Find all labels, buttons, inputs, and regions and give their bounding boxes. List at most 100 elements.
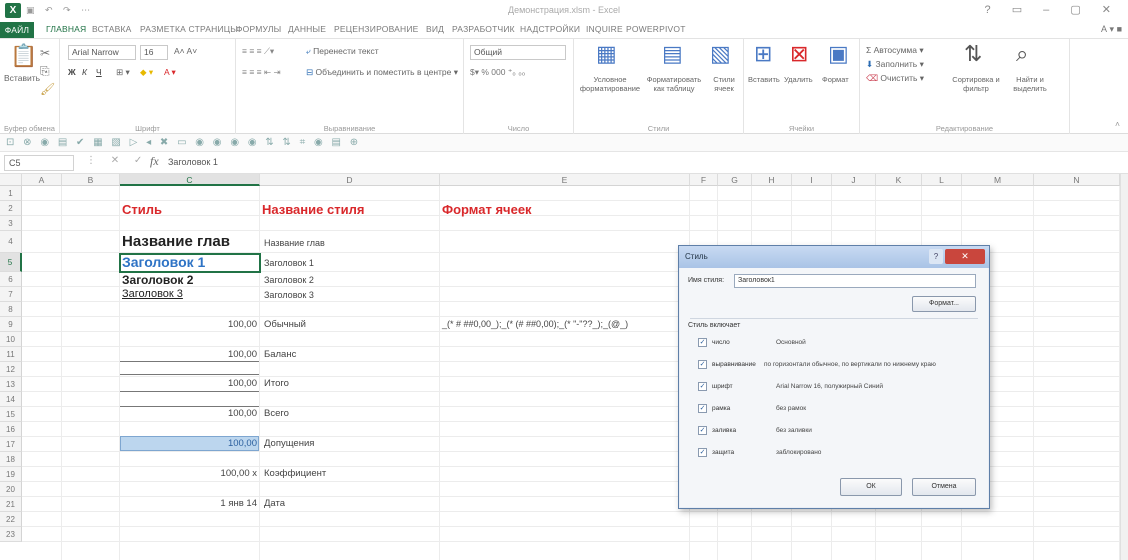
font-grow-shrink-icon[interactable]: A˄ A˅ [174,46,197,56]
column-header[interactable]: F [690,174,718,186]
checkbox-fill[interactable]: ✓ [698,426,707,435]
row-header[interactable]: 8 [0,302,22,317]
user-account[interactable]: А ▾ ■ [1101,24,1122,35]
cell-d6[interactable]: Заголовок 2 [264,275,314,285]
help-icon[interactable]: ? [929,249,943,264]
copy-icon[interactable]: ⎘ [40,63,50,79]
cell-e2[interactable]: Формат ячеек [442,202,532,217]
number-format-select[interactable]: Общий [470,45,566,60]
row-header-selected[interactable]: 5 [0,253,22,272]
sort-filter-button[interactable]: Сортировка и фильтр [948,75,1004,93]
formula-input[interactable]: Заголовок 1 [168,157,218,167]
checkbox-alignment[interactable]: ✓ [698,360,707,369]
column-header[interactable]: L [922,174,962,186]
cell-c9[interactable]: 100,00 [120,319,257,330]
row-header[interactable]: 21 [0,497,22,512]
cell-styles-icon[interactable]: ▧ [710,43,731,65]
tab-home[interactable]: ГЛАВНАЯ [46,24,86,34]
vertical-scrollbar[interactable] [1120,174,1128,560]
cell-d7[interactable]: Заголовок 3 [264,290,314,300]
column-header[interactable]: M [962,174,1034,186]
row-header[interactable]: 14 [0,392,22,407]
format-as-table-icon[interactable]: ▤ [662,43,683,65]
cell-c6[interactable]: Заголовок 2 [122,273,193,287]
row-header[interactable]: 13 [0,377,22,392]
column-header[interactable]: J [832,174,876,186]
cell-d13[interactable]: Итого [264,378,289,389]
tab-inquire[interactable]: INQUIRE [586,24,623,34]
checkbox-font[interactable]: ✓ [698,382,707,391]
find-select-icon[interactable]: ⌕ [1016,43,1028,65]
cell-c2[interactable]: Стиль [122,202,162,217]
sort-filter-icon[interactable]: ⇅ [964,43,982,65]
row-header[interactable]: 2 [0,201,22,216]
row-header[interactable]: 3 [0,216,22,231]
align-top-icons[interactable]: ≡ ≡ ≡ ⟋▾ [242,46,274,57]
cell-d2[interactable]: Название стиля [262,202,364,217]
select-all-corner[interactable] [0,174,22,186]
cell-d11[interactable]: Баланс [264,349,296,360]
tab-formulas[interactable]: ФОРМУЛЫ [236,24,281,34]
tab-data[interactable]: ДАННЫЕ [288,24,326,34]
borders-icon[interactable]: ⊞ ▾ [116,67,130,78]
merge-center-button[interactable]: ⊟ Объединить и поместить в центре ▾ [306,67,458,78]
autosum-button[interactable]: Σ Автосумма ▾ [866,45,924,56]
font-color-icon[interactable]: A ▾ [164,67,176,78]
cell-d17[interactable]: Допущения [264,438,314,449]
bold-icon[interactable]: Ж [68,67,76,77]
font-size-select[interactable]: 16 [140,45,168,60]
clear-button[interactable]: ⌫ Очистить ▾ [866,73,924,84]
wrap-text-button[interactable]: ⤶ Перенести текст [306,46,379,57]
font-name-select[interactable]: Arial Narrow [68,45,136,60]
number-format-icons[interactable]: $▾ % 000 ⁺₀ ₀₀ [470,67,525,78]
tab-page-layout[interactable]: РАЗМЕТКА СТРАНИЦЫ [140,24,238,34]
tab-view[interactable]: ВИД [426,24,444,34]
cell-c5[interactable]: Заголовок 1 [122,254,205,270]
fill-color-icon[interactable]: ◆ ▾ [140,67,153,78]
fill-button[interactable]: ⬇ Заполнить ▾ [866,59,924,70]
cut-icon[interactable]: ✂ [40,45,50,61]
delete-cells-icon[interactable]: ⊠ [790,43,808,65]
column-header[interactable]: D [260,174,440,186]
row-header[interactable]: 15 [0,407,22,422]
style-name-input[interactable]: Заголовок1 [734,274,976,288]
row-header[interactable]: 11 [0,347,22,362]
cell-e9[interactable]: _(* # ##0,00_);_(* (# ##0,00);_(* "-"??_… [442,319,628,329]
name-box[interactable]: C5 [4,155,74,171]
formula-controls[interactable]: ⋮ ✕ ✓ [86,155,148,166]
cell-c7[interactable]: Заголовок 3 [122,288,183,300]
tab-addins[interactable]: НАДСТРОЙКИ [520,24,580,34]
find-select-button[interactable]: Найти и выделить [1006,75,1054,93]
row-header[interactable]: 19 [0,467,22,482]
cell-c4[interactable]: Название глав [122,233,230,250]
column-header[interactable]: K [876,174,922,186]
conditional-format-icon[interactable]: ▦ [596,43,617,65]
window-controls[interactable]: ? ▭ – ▢ ✕ [985,3,1120,16]
cell-d15[interactable]: Всего [264,408,289,419]
ok-button[interactable]: ОК [840,478,902,496]
format-as-table-button[interactable]: Форматировать как таблицу [644,75,704,93]
cell-c15[interactable]: 100,00 [120,408,257,419]
cell-c11[interactable]: 100,00 [120,349,257,360]
row-header[interactable]: 16 [0,422,22,437]
paste-icon[interactable]: 📋 [10,45,37,67]
custom-toolbar[interactable]: ⊡ ⊗ ◉ ▤ ✔ ▦ ▧ ▷ ◂ ✖ ▭ ◉ ◉ ◉ ◉ ⇅ ⇅ ⌗ ◉ ▤ … [0,134,1128,152]
cell-c21[interactable]: 1 янв 14 [120,498,257,509]
column-header[interactable]: I [792,174,832,186]
dialog-title-bar[interactable]: Стиль ? ✕ [679,246,989,268]
cell-c13[interactable]: 100,00 [120,378,257,389]
format-painter-icon[interactable]: 🖌 [40,81,55,97]
tab-file[interactable]: ФАЙЛ [0,22,34,38]
row-header[interactable]: 4 [0,231,22,253]
close-icon[interactable]: ✕ [945,249,985,264]
underline-icon[interactable]: Ч [96,67,102,77]
row-header[interactable]: 7 [0,287,22,302]
row-header[interactable]: 22 [0,512,22,527]
row-header[interactable]: 23 [0,527,22,542]
cancel-button[interactable]: Отмена [912,478,976,496]
column-header[interactable]: A [22,174,62,186]
conditional-format-button[interactable]: Условное форматирование [578,75,642,93]
row-header[interactable]: 17 [0,437,22,452]
insert-cells-button[interactable]: Вставить [748,75,780,84]
cell-d5[interactable]: Заголовок 1 [264,258,314,268]
